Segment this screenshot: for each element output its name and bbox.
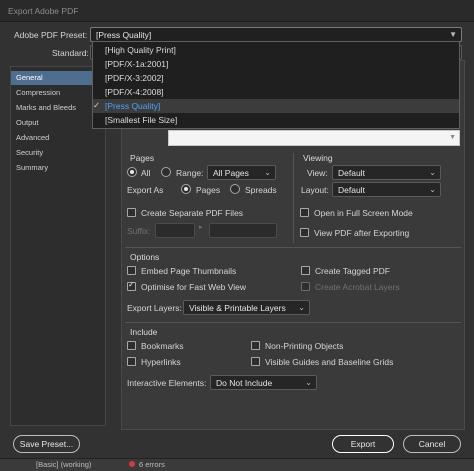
interactive-elements-value: Do Not Include	[216, 378, 273, 388]
export-as-pages-radio[interactable]	[181, 184, 191, 194]
acrobat-layers-checkbox[interactable]	[301, 282, 310, 291]
preset-select[interactable]: [Press Quality] ▼	[90, 27, 462, 42]
title-bar: Export Adobe PDF	[0, 0, 474, 22]
tagged-pdf-checkbox[interactable]	[301, 266, 310, 275]
chevron-down-icon: ⌄	[264, 168, 271, 177]
export-layers-select[interactable]: Visible & Printable Layers ⌄	[183, 300, 310, 315]
description-field[interactable]: ▼	[168, 130, 460, 146]
chevron-down-icon: ⌄	[429, 185, 436, 194]
sidebar-item-compression[interactable]: Compression	[11, 86, 105, 100]
suffix-preview-field[interactable]	[209, 223, 277, 238]
preset-value: [Press Quality]	[96, 30, 152, 40]
export-as-label: Export As	[127, 185, 164, 195]
sidebar-item-advanced[interactable]: Advanced	[11, 131, 105, 145]
acrobat-layers-label: Create Acrobat Layers	[315, 282, 400, 292]
non-printing-objects-checkbox[interactable]	[251, 341, 260, 350]
view-value: Default	[338, 168, 365, 178]
preset-option-smallest-file-size[interactable]: [Smallest File Size]	[93, 113, 459, 127]
embed-thumbnails-checkbox[interactable]	[127, 266, 136, 275]
viewing-section-title: Viewing	[303, 153, 333, 163]
range-value: All Pages	[213, 168, 249, 178]
section-divider	[293, 153, 294, 243]
scroll-arrow-icon: ▼	[449, 134, 456, 141]
visible-guides-label: Visible Guides and Baseline Grids	[265, 357, 394, 367]
fullscreen-label: Open in Full Screen Mode	[314, 208, 413, 218]
preset-label: Adobe PDF Preset:	[14, 30, 88, 40]
section-divider	[125, 247, 461, 248]
fast-web-view-checkbox[interactable]	[127, 280, 136, 291]
suffix-arrow-icon: ▸	[199, 224, 203, 231]
include-section-title: Include	[130, 327, 158, 337]
export-as-pages-label: Pages	[196, 185, 221, 195]
layout-value: Default	[338, 185, 365, 195]
interactive-elements-select[interactable]: Do Not Include ⌄	[210, 375, 317, 390]
fast-web-view-label: Optimise for Fast Web View	[141, 282, 247, 292]
sidebar-item-general[interactable]: General	[11, 71, 105, 85]
bookmarks-label: Bookmarks	[141, 341, 184, 351]
suffix-field[interactable]	[155, 223, 195, 238]
preset-dropdown-menu: [High Quality Print] [PDF/X-1a:2001] [PD…	[92, 41, 460, 129]
hyperlinks-label: Hyperlinks	[141, 357, 181, 367]
section-divider	[125, 322, 461, 323]
checkmark-icon: ✓	[93, 100, 101, 110]
options-section-title: Options	[130, 252, 160, 262]
window-title: Export Adobe PDF	[8, 6, 79, 16]
export-as-spreads-label: Spreads	[245, 185, 277, 195]
preset-option-pdfx3[interactable]: [PDF/X-3:2002]	[93, 71, 459, 85]
view-select[interactable]: Default ⌄	[332, 165, 441, 180]
pages-section-title: Pages	[130, 153, 155, 163]
error-indicator-icon	[129, 461, 135, 467]
error-count[interactable]: 6 errors	[139, 460, 165, 469]
standard-label: Standard:	[52, 48, 89, 58]
pages-range-radio[interactable]	[161, 167, 171, 177]
chevron-down-icon: ⌄	[298, 303, 305, 312]
preset-option-pdfx1a[interactable]: [PDF/X-1a:2001]	[93, 57, 459, 71]
view-label: View:	[307, 168, 328, 178]
non-printing-objects-label: Non-Printing Objects	[265, 341, 344, 351]
preset-option-press-quality[interactable]: ✓ [Press Quality]	[93, 99, 459, 113]
preset-option-high-quality-print[interactable]: [High Quality Print]	[93, 43, 459, 57]
pages-all-radio[interactable]	[127, 167, 137, 177]
hyperlinks-checkbox[interactable]	[127, 357, 136, 366]
view-after-export-checkbox[interactable]	[300, 228, 309, 237]
layout-label: Layout:	[301, 185, 329, 195]
export-layers-value: Visible & Printable Layers	[189, 303, 286, 313]
export-layers-label: Export Layers:	[127, 303, 182, 313]
pages-range-label: Range:	[176, 168, 204, 178]
separate-files-label: Create Separate PDF Files	[141, 208, 244, 218]
save-preset-button[interactable]: Save Preset...	[13, 435, 80, 453]
visible-guides-checkbox[interactable]	[251, 357, 260, 366]
pages-all-label: All	[141, 168, 151, 178]
embed-thumbnails-label: Embed Page Thumbnails	[141, 266, 237, 276]
interactive-elements-label: Interactive Elements:	[127, 378, 207, 388]
chevron-down-icon: ▼	[449, 30, 457, 39]
bookmarks-checkbox[interactable]	[127, 341, 136, 350]
suffix-label: Suffix:	[127, 226, 151, 236]
fullscreen-checkbox[interactable]	[300, 208, 309, 217]
view-after-export-label: View PDF after Exporting	[314, 228, 410, 238]
export-pdf-dialog: Export Adobe PDF Adobe PDF Preset: [Pres…	[0, 0, 474, 471]
sidebar-item-marks-and-bleeds[interactable]: Marks and Bleeds	[11, 101, 105, 115]
chevron-down-icon: ⌄	[305, 378, 312, 387]
export-button[interactable]: Export	[332, 435, 394, 453]
separate-files-checkbox[interactable]	[127, 208, 136, 217]
export-as-spreads-radio[interactable]	[230, 184, 240, 194]
profile-status: [Basic] (working)	[36, 460, 92, 469]
sidebar-item-summary[interactable]: Summary	[11, 161, 105, 175]
layout-select[interactable]: Default ⌄	[332, 182, 441, 197]
cancel-button[interactable]: Cancel	[403, 435, 461, 453]
sidebar-item-security[interactable]: Security	[11, 146, 105, 160]
range-select[interactable]: All Pages ⌄	[207, 165, 276, 180]
tagged-pdf-label: Create Tagged PDF	[315, 266, 390, 276]
chevron-down-icon: ⌄	[429, 168, 436, 177]
status-bar: [Basic] (working) 6 errors	[0, 458, 474, 471]
preset-option-pdfx4[interactable]: [PDF/X-4:2008]	[93, 85, 459, 99]
sidebar-item-output[interactable]: Output	[11, 116, 105, 130]
